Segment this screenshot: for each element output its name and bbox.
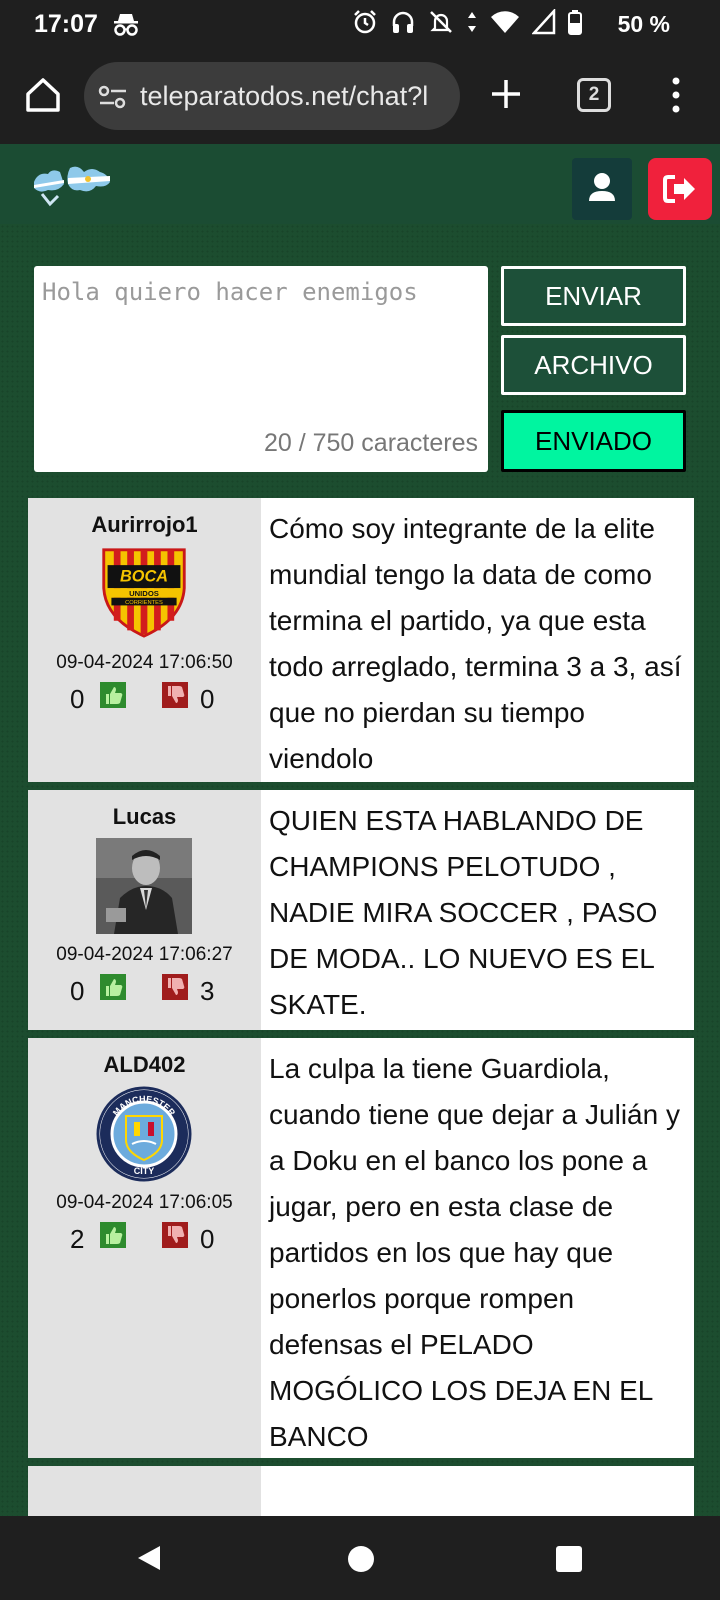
message-meta: Aurirrojo1 BOCA UNIDOS CORRIENTES 09-04-… bbox=[28, 498, 261, 782]
browser-menu-button[interactable] bbox=[668, 76, 684, 114]
message-meta bbox=[28, 1466, 261, 1516]
like-count: 0 bbox=[70, 684, 85, 714]
mute-icon bbox=[430, 11, 452, 33]
home-nav-button[interactable] bbox=[348, 1546, 374, 1572]
message-username[interactable]: Aurirrojo1 bbox=[28, 512, 261, 538]
vote-bar: 0 0 bbox=[28, 682, 261, 714]
battery-percent: 50 % bbox=[617, 11, 670, 37]
sent-status-button[interactable]: ENVIADO bbox=[501, 410, 686, 472]
message-text: QUIEN ESTA HABLANDO DE CHAMPIONS PELOTUD… bbox=[269, 805, 658, 1020]
char-counter-text: 20 / 750 caracteres bbox=[263, 429, 478, 457]
message-textarea[interactable]: Hola quiero hacer enemigos 20 / 750 cara… bbox=[34, 266, 488, 472]
chat-message: Lucas 09-04-2024 17:06:27 0 3 QUIEN ESTA… bbox=[28, 790, 694, 1030]
alarm-icon bbox=[354, 10, 376, 34]
attach-file-button[interactable]: ARCHIVO bbox=[501, 335, 686, 395]
dislike-count: 3 bbox=[200, 976, 215, 1006]
browser-toolbar: teleparatodos.net/chat?l 2 bbox=[0, 48, 720, 144]
user-icon bbox=[589, 173, 615, 201]
signal-icon bbox=[532, 9, 556, 35]
user-profile-button[interactable] bbox=[572, 158, 632, 220]
thumbs-down-icon[interactable] bbox=[162, 974, 188, 1000]
url-bar[interactable]: teleparatodos.net/chat?l bbox=[84, 62, 460, 130]
message-meta: Lucas 09-04-2024 17:06:27 0 3 bbox=[28, 790, 261, 1030]
svg-text:CORRIENTES: CORRIENTES bbox=[125, 600, 163, 606]
dislike-count: 0 bbox=[200, 684, 215, 714]
sign-out-icon bbox=[663, 175, 695, 203]
tab-switcher-button[interactable]: 2 bbox=[577, 78, 611, 112]
message-text: Cómo soy integrante de la elite mundial … bbox=[269, 513, 682, 774]
logout-button[interactable] bbox=[648, 158, 712, 220]
message-date: 09-04-2024 17:06:05 bbox=[56, 1192, 233, 1213]
svg-text:BOCA: BOCA bbox=[120, 567, 168, 585]
back-icon[interactable] bbox=[136, 1544, 162, 1572]
thumbs-up-icon[interactable] bbox=[100, 1222, 126, 1248]
chat-message-partial bbox=[28, 1466, 694, 1516]
message-date: 09-04-2024 17:06:50 bbox=[56, 652, 233, 673]
like-count: 0 bbox=[70, 976, 85, 1006]
site-logo[interactable] bbox=[30, 158, 114, 210]
thumbs-up-icon[interactable] bbox=[100, 974, 126, 1000]
wifi-icon bbox=[491, 11, 519, 33]
vote-bar: 2 0 bbox=[28, 1222, 261, 1254]
battery-icon bbox=[568, 10, 582, 35]
dislike-count: 0 bbox=[200, 1224, 215, 1254]
status-time: 17:07 bbox=[34, 10, 98, 38]
manchester-city-crest-avatar: MANCHESTER CITY bbox=[96, 1086, 192, 1182]
site-settings-icon[interactable] bbox=[98, 84, 128, 110]
thumbs-down-icon[interactable] bbox=[162, 1222, 188, 1248]
chat-message: ALD402 MANCHESTER CITY 09-04-2024 17:06:… bbox=[28, 1038, 694, 1458]
send-button[interactable]: ENVIAR bbox=[501, 266, 686, 326]
message-input-text: Hola quiero hacer enemigos bbox=[42, 278, 418, 306]
new-tab-button[interactable] bbox=[488, 76, 524, 112]
char-counter: 20 / 750 caracteres bbox=[264, 429, 478, 458]
message-username[interactable]: Lucas bbox=[28, 804, 261, 830]
svg-text:CITY: CITY bbox=[134, 1166, 155, 1176]
status-bar: 17:07 50 % bbox=[0, 0, 720, 48]
home-icon bbox=[26, 78, 60, 112]
more-vert-icon bbox=[672, 77, 680, 113]
bw-photo-avatar bbox=[96, 838, 192, 934]
message-username[interactable]: ALD402 bbox=[28, 1052, 261, 1078]
like-count: 2 bbox=[70, 1224, 85, 1254]
plus-icon bbox=[492, 80, 520, 108]
message-date: 09-04-2024 17:06:27 bbox=[56, 944, 233, 965]
url-text: teleparatodos.net/chat?l bbox=[140, 81, 429, 111]
thumbs-up-icon[interactable] bbox=[100, 682, 126, 708]
recents-nav-button[interactable] bbox=[556, 1546, 582, 1572]
chat-main: Hola quiero hacer enemigos 20 / 750 cara… bbox=[0, 224, 720, 1516]
message-meta: ALD402 MANCHESTER CITY 09-04-2024 17:06:… bbox=[28, 1038, 261, 1458]
svg-text:UNIDOS: UNIDOS bbox=[129, 589, 159, 598]
home-button[interactable] bbox=[22, 74, 64, 116]
headphones-icon bbox=[392, 11, 414, 33]
boca-unidos-crest-avatar: BOCA UNIDOS CORRIENTES bbox=[102, 548, 186, 638]
data-arrows-icon bbox=[468, 12, 476, 32]
site-header bbox=[0, 144, 720, 224]
message-text: La culpa la tiene Guardiola, cuando tien… bbox=[269, 1053, 680, 1452]
chat-message: Aurirrojo1 BOCA UNIDOS CORRIENTES 09-04-… bbox=[28, 498, 694, 782]
incognito-icon bbox=[112, 12, 140, 43]
thumbs-down-icon[interactable] bbox=[162, 682, 188, 708]
vote-bar: 0 3 bbox=[28, 974, 261, 1006]
system-nav-bar bbox=[0, 1516, 720, 1600]
